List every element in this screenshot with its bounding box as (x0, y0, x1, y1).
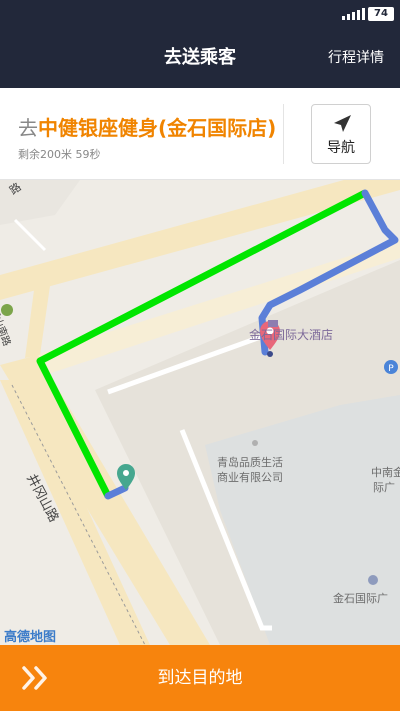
company-label-line1: 青岛品质生活 (217, 456, 283, 469)
destination-prefix: 去 (18, 116, 38, 140)
nav-bar: 去送乘客 行程详情 (0, 28, 400, 88)
side-label-2: 际广 (373, 481, 395, 494)
service-road (13, 218, 47, 252)
trip-details-link[interactable]: 行程详情 (328, 28, 384, 88)
parking-icon: P (384, 360, 398, 374)
shopping-icon (368, 575, 378, 585)
hotel-label: 金石国际大酒店 (249, 328, 334, 342)
navigation-arrow-icon (334, 115, 351, 132)
status-bar: 74 (0, 0, 400, 28)
map-canvas: P (0, 180, 400, 645)
destination-line: 去中健银座健身(金石国际店) (18, 112, 278, 141)
map-logo: 高德地图 (4, 630, 57, 645)
divider (283, 104, 284, 164)
signal-icon (342, 8, 365, 20)
poi-dot (252, 440, 258, 446)
navigate-button[interactable]: 导航 (311, 104, 371, 164)
arrive-destination-label: 到达目的地 (157, 668, 243, 688)
map-view[interactable]: P 金石国际大酒店 青岛品质生活 商业有限公司 中南金 际广 金石国际广 井冈山… (0, 180, 400, 645)
company-label-line2: 商业有限公司 (217, 471, 283, 484)
destination-name: 中健银座健身(金石国际店) (38, 116, 277, 140)
svg-text:P: P (388, 364, 394, 374)
arrive-destination-button[interactable]: 到达目的地 (0, 645, 400, 711)
start-pin-icon (117, 464, 135, 490)
side-label-1: 中南金 (371, 466, 400, 479)
remaining-distance-time: 剩余200米 59秒 (18, 148, 101, 161)
battery-icon: 74 (368, 7, 394, 21)
navigate-button-label: 导航 (327, 140, 355, 156)
bottom-right-label: 金石国际广 (333, 592, 388, 605)
phone-screen: 74 去送乘客 行程详情 去中健银座健身(金石国际店) 剩余200米 59秒 导… (0, 0, 400, 711)
